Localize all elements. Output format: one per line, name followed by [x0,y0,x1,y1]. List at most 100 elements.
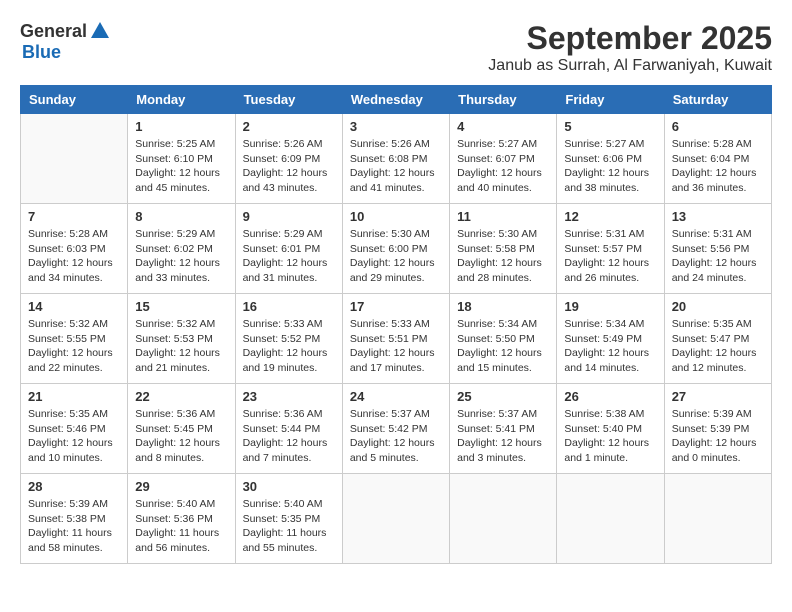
day-cell: 19 Sunrise: 5:34 AMSunset: 5:49 PMDayligh… [557,294,664,384]
week-row-4: 21 Sunrise: 5:35 AMSunset: 5:46 PMDayligh… [21,384,772,474]
header-thursday: Thursday [450,86,557,114]
day-cell: 8Sunrise: 5:29 AMSunset: 6:02 PMDaylight… [128,204,235,294]
day-cell: 15 Sunrise: 5:32 AMSunset: 5:53 PMDayligh… [128,294,235,384]
day-number: 6 [672,119,764,134]
week-row-2: 7Sunrise: 5:28 AMSunset: 6:03 PMDaylight… [21,204,772,294]
day-info: Sunrise: 5:34 AMSunset: 5:49 PMDaylight:… [564,317,656,376]
day-info: Sunrise: 5:33 AMSunset: 5:52 PMDaylight:… [243,317,335,376]
day-number: 24 [350,389,442,404]
logo-icon [89,20,111,42]
day-number: 17 [350,299,442,314]
day-cell: 11 Sunrise: 5:30 AMSunset: 5:58 PMDayligh… [450,204,557,294]
day-info: Sunrise: 5:32 AMSunset: 5:55 PMDaylight:… [28,317,120,376]
day-cell: 20 Sunrise: 5:35 AMSunset: 5:47 PMDayligh… [664,294,771,384]
day-info: Sunrise: 5:35 AMSunset: 5:47 PMDaylight:… [672,317,764,376]
day-cell: 23 Sunrise: 5:36 AMSunset: 5:44 PMDayligh… [235,384,342,474]
day-info: Sunrise: 5:26 AMSunset: 6:09 PMDaylight:… [243,137,335,196]
logo: General Blue [20,20,111,63]
day-cell: 18 Sunrise: 5:34 AMSunset: 5:50 PMDayligh… [450,294,557,384]
day-cell [342,474,449,564]
day-cell: 29Sunrise: 5:40 AMSunset: 5:36 PMDayligh… [128,474,235,564]
week-row-1: 1Sunrise: 5:25 AMSunset: 6:10 PMDaylight… [21,114,772,204]
day-number: 20 [672,299,764,314]
day-cell: 7Sunrise: 5:28 AMSunset: 6:03 PMDaylight… [21,204,128,294]
day-info: Sunrise: 5:31 AMSunset: 5:57 PMDaylight:… [564,227,656,286]
header-saturday: Saturday [664,86,771,114]
day-info: Sunrise: 5:37 AMSunset: 5:41 PMDaylight:… [457,407,549,466]
day-cell: 5 Sunrise: 5:27 AMSunset: 6:06 PMDaylight… [557,114,664,204]
day-cell: 16 Sunrise: 5:33 AMSunset: 5:52 PMDayligh… [235,294,342,384]
day-cell: 30 Sunrise: 5:40 AMSunset: 5:35 PMDayligh… [235,474,342,564]
day-cell [557,474,664,564]
day-number: 4 [457,119,549,134]
day-number: 28 [28,479,120,494]
day-cell: 10 Sunrise: 5:30 AMSunset: 6:00 PMDayligh… [342,204,449,294]
day-number: 19 [564,299,656,314]
day-number: 10 [350,209,442,224]
week-row-3: 14 Sunrise: 5:32 AMSunset: 5:55 PMDayligh… [21,294,772,384]
header-friday: Friday [557,86,664,114]
day-cell: 21 Sunrise: 5:35 AMSunset: 5:46 PMDayligh… [21,384,128,474]
day-info: Sunrise: 5:35 AMSunset: 5:46 PMDaylight:… [28,407,120,466]
day-cell [21,114,128,204]
day-number: 26 [564,389,656,404]
week-row-5: 28 Sunrise: 5:39 AMSunset: 5:38 PMDayligh… [21,474,772,564]
day-number: 5 [564,119,656,134]
day-info: Sunrise: 5:33 AMSunset: 5:51 PMDaylight:… [350,317,442,376]
day-cell: 13Sunrise: 5:31 AMSunset: 5:56 PMDayligh… [664,204,771,294]
day-number: 15 [135,299,227,314]
day-number: 23 [243,389,335,404]
day-info: Sunrise: 5:28 AMSunset: 6:03 PMDaylight:… [28,227,120,286]
day-cell: 22Sunrise: 5:36 AMSunset: 5:45 PMDayligh… [128,384,235,474]
day-cell: 24Sunrise: 5:37 AMSunset: 5:42 PMDayligh… [342,384,449,474]
day-info: Sunrise: 5:32 AMSunset: 5:53 PMDaylight:… [135,317,227,376]
calendar-header-row: SundayMondayTuesdayWednesdayThursdayFrid… [21,86,772,114]
day-cell: 3Sunrise: 5:26 AMSunset: 6:08 PMDaylight… [342,114,449,204]
header-sunday: Sunday [21,86,128,114]
header: General Blue September 2025 Janub as Sur… [20,20,772,75]
day-number: 8 [135,209,227,224]
logo-blue-text: Blue [22,42,61,63]
day-cell: 27Sunrise: 5:39 AMSunset: 5:39 PMDayligh… [664,384,771,474]
logo-general-text: General [20,21,87,42]
day-cell [664,474,771,564]
calendar: SundayMondayTuesdayWednesdayThursdayFrid… [20,85,772,564]
header-tuesday: Tuesday [235,86,342,114]
header-monday: Monday [128,86,235,114]
day-info: Sunrise: 5:31 AMSunset: 5:56 PMDaylight:… [672,227,764,286]
day-number: 16 [243,299,335,314]
day-info: Sunrise: 5:27 AMSunset: 6:06 PMDaylight:… [564,137,656,196]
day-cell: 2 Sunrise: 5:26 AMSunset: 6:09 PMDaylight… [235,114,342,204]
day-number: 14 [28,299,120,314]
day-info: Sunrise: 5:30 AMSunset: 5:58 PMDaylight:… [457,227,549,286]
header-wednesday: Wednesday [342,86,449,114]
day-number: 11 [457,209,549,224]
day-cell: 4Sunrise: 5:27 AMSunset: 6:07 PMDaylight… [450,114,557,204]
day-number: 27 [672,389,764,404]
day-cell: 25 Sunrise: 5:37 AMSunset: 5:41 PMDayligh… [450,384,557,474]
day-cell: 9 Sunrise: 5:29 AMSunset: 6:01 PMDaylight… [235,204,342,294]
day-info: Sunrise: 5:30 AMSunset: 6:00 PMDaylight:… [350,227,442,286]
day-info: Sunrise: 5:40 AMSunset: 5:35 PMDaylight:… [243,497,335,556]
day-info: Sunrise: 5:36 AMSunset: 5:45 PMDaylight:… [135,407,227,466]
day-number: 2 [243,119,335,134]
day-info: Sunrise: 5:26 AMSunset: 6:08 PMDaylight:… [350,137,442,196]
day-number: 25 [457,389,549,404]
day-cell: 12 Sunrise: 5:31 AMSunset: 5:57 PMDayligh… [557,204,664,294]
day-info: Sunrise: 5:34 AMSunset: 5:50 PMDaylight:… [457,317,549,376]
title-section: September 2025 Janub as Surrah, Al Farwa… [488,20,772,75]
day-number: 18 [457,299,549,314]
subtitle: Janub as Surrah, Al Farwaniyah, Kuwait [488,57,772,75]
day-info: Sunrise: 5:39 AMSunset: 5:38 PMDaylight:… [28,497,120,556]
day-info: Sunrise: 5:40 AMSunset: 5:36 PMDaylight:… [135,497,227,556]
day-info: Sunrise: 5:28 AMSunset: 6:04 PMDaylight:… [672,137,764,196]
day-info: Sunrise: 5:36 AMSunset: 5:44 PMDaylight:… [243,407,335,466]
day-number: 9 [243,209,335,224]
day-number: 21 [28,389,120,404]
day-info: Sunrise: 5:38 AMSunset: 5:40 PMDaylight:… [564,407,656,466]
day-cell: 1Sunrise: 5:25 AMSunset: 6:10 PMDaylight… [128,114,235,204]
day-number: 12 [564,209,656,224]
day-info: Sunrise: 5:29 AMSunset: 6:01 PMDaylight:… [243,227,335,286]
day-number: 30 [243,479,335,494]
day-cell [450,474,557,564]
